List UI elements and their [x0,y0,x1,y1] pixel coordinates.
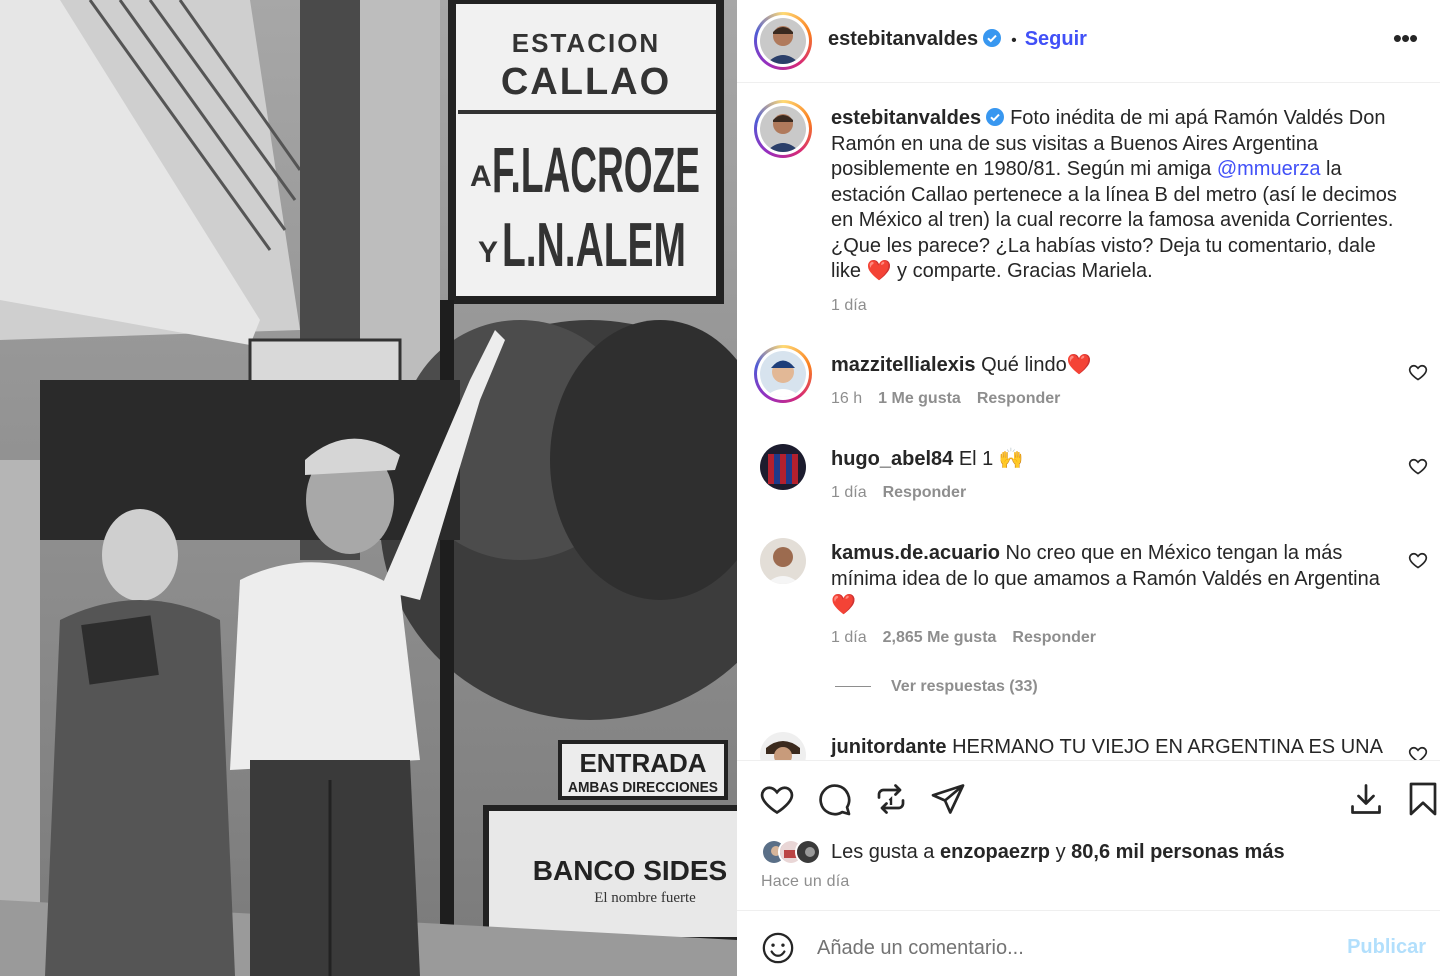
comment-input[interactable] [817,929,1317,967]
caption-username[interactable]: estebitanvaldes [831,107,981,129]
publish-button[interactable]: Publicar [1347,936,1426,959]
entrance-line2: AMBAS DIRECCIONES [568,779,718,796]
liker-avatar [795,839,821,865]
comment-avatar[interactable] [754,345,812,403]
comment-avatar[interactable] [760,444,806,490]
likes-prefix: Les gusta a [831,840,935,863]
comment-like-heart-icon[interactable] [1408,456,1428,476]
comment-item: junitordante HERMANO TU VIEJO EN ARGENTI… [831,734,1391,760]
header-username[interactable]: estebitanvaldes [828,28,978,50]
comment-time[interactable]: 1 día [831,629,867,646]
comment-username[interactable]: mazzitellialexis [831,354,976,376]
comment-avatar-image [760,732,806,760]
follow-button[interactable]: Seguir [1025,28,1087,50]
likes-summary[interactable]: Les gusta a enzopaezrp y 80,6 mil person… [761,839,1285,865]
emoji-icon[interactable] [761,931,795,965]
comment-time[interactable]: 16 h [831,390,862,407]
comment-username[interactable]: kamus.de.acuario [831,542,1000,564]
likes-join: y [1055,840,1066,863]
caption-time[interactable]: 1 día [831,297,867,314]
post-actions: Les gusta a enzopaezrp y 80,6 mil person… [737,760,1440,910]
sign-dir-prefix2: Y [478,236,498,269]
caption-heart-emoji: ❤️ [866,260,892,282]
comment-avatar-image [760,444,806,490]
comment-meta: 1 día Responder [831,484,982,502]
comment-like-heart-icon[interactable] [1408,550,1428,570]
replies-divider [835,686,871,688]
comments-scroll-area[interactable]: estebitanvaldes Foto inédita de mi apá Ra… [737,84,1440,760]
bank-name: BANCO SIDES [533,855,727,886]
liker-avatars [761,839,821,865]
comment-item: mazzitellialexis Qué lindo❤️ [831,352,1391,378]
bank-slogan: El nombre fuerte [594,890,696,906]
post-side-panel: estebitanvaldes • Seguir ••• estebitanvald… [737,0,1440,976]
post-header: estebitanvaldes • Seguir ••• [737,0,1440,83]
comment-reply-button[interactable]: Responder [1012,629,1096,646]
comment-reply-button[interactable]: Responder [977,390,1061,407]
repost-icon[interactable] [873,781,909,817]
comment-composer: Publicar [737,910,1440,976]
comment-username[interactable]: junitordante [831,736,947,758]
comment-avatar[interactable] [760,538,806,584]
comment-like-heart-icon[interactable] [1408,362,1428,382]
sign-dir-line1: F.LACROZE [492,134,700,206]
header-separator: • [1011,32,1017,49]
likes-user-link[interactable]: enzopaezrp [940,841,1050,864]
download-icon[interactable] [1348,781,1384,817]
comment-item: kamus.de.acuario No creo que en México t… [831,540,1391,618]
comment-likes[interactable]: 2,865 Me gusta [883,629,997,646]
comment-like-heart-icon[interactable] [1408,744,1428,760]
comment-icon[interactable] [816,781,852,817]
comment-meta: 16 h 1 Me gusta Responder [831,390,1076,408]
sign-top-line1: ESTACION [512,28,660,58]
post-caption: estebitanvaldes Foto inédita de mi apá Ra… [831,106,1401,285]
view-replies-label: Ver respuestas (33) [891,678,1038,695]
share-icon[interactable] [930,781,966,817]
comment-avatar[interactable] [760,732,806,760]
comment-reply-button[interactable]: Responder [883,484,967,501]
caption-avatar-image [760,106,806,152]
header-title-row: estebitanvaldes • Seguir [828,28,1087,51]
author-avatar-image [760,18,806,64]
heart-icon[interactable] [759,781,795,817]
caption-avatar[interactable] [754,100,812,158]
caption-mention-link[interactable]: @mmuerza [1217,158,1321,180]
photo-scene: ESTACION CALLAO A F.LACROZE Y L.N.ALEM E… [0,0,737,976]
entrance-line1: ENTRADA [579,748,706,778]
sign-dir-line2: L.N.ALEM [502,211,686,280]
post-time-ago[interactable]: Hace un día [761,873,849,891]
comment-meta: 1 día 2,865 Me gusta Responder [831,629,1112,647]
post-photo: ESTACION CALLAO A F.LACROZE Y L.N.ALEM E… [0,0,737,976]
author-avatar[interactable] [754,12,812,70]
more-options-icon[interactable]: ••• [1390,25,1420,51]
likes-count-link[interactable]: 80,6 mil personas más [1071,841,1284,864]
comment-time[interactable]: 1 día [831,484,867,501]
comment-text: HERMANO TU VIEJO EN ARGENTINA ES UNA [952,736,1383,758]
comment-item: hugo_abel84 El 1 🙌 [831,446,1391,472]
verified-badge-icon [983,29,1002,47]
comment-text: Qué lindo❤️ [981,354,1092,376]
comment-username[interactable]: hugo_abel84 [831,448,953,470]
caption-meta: 1 día [831,297,883,315]
caption-text-part3: y comparte. Gracias Mariela. [897,260,1153,282]
comment-avatar-image [760,538,806,584]
comment-likes[interactable]: 1 Me gusta [878,390,961,407]
comment-avatar-image [760,351,806,397]
view-replies-button[interactable]: Ver respuestas (33) [835,678,1038,696]
sign-top-line2: CALLAO [501,61,671,103]
bookmark-icon[interactable] [1405,781,1440,817]
comment-heart-emoji: ❤️ [831,594,856,616]
caption-verified-badge-icon [986,108,1005,126]
comment-text: El 1 🙌 [958,448,1024,470]
sign-dir-prefix1: A [470,160,492,193]
